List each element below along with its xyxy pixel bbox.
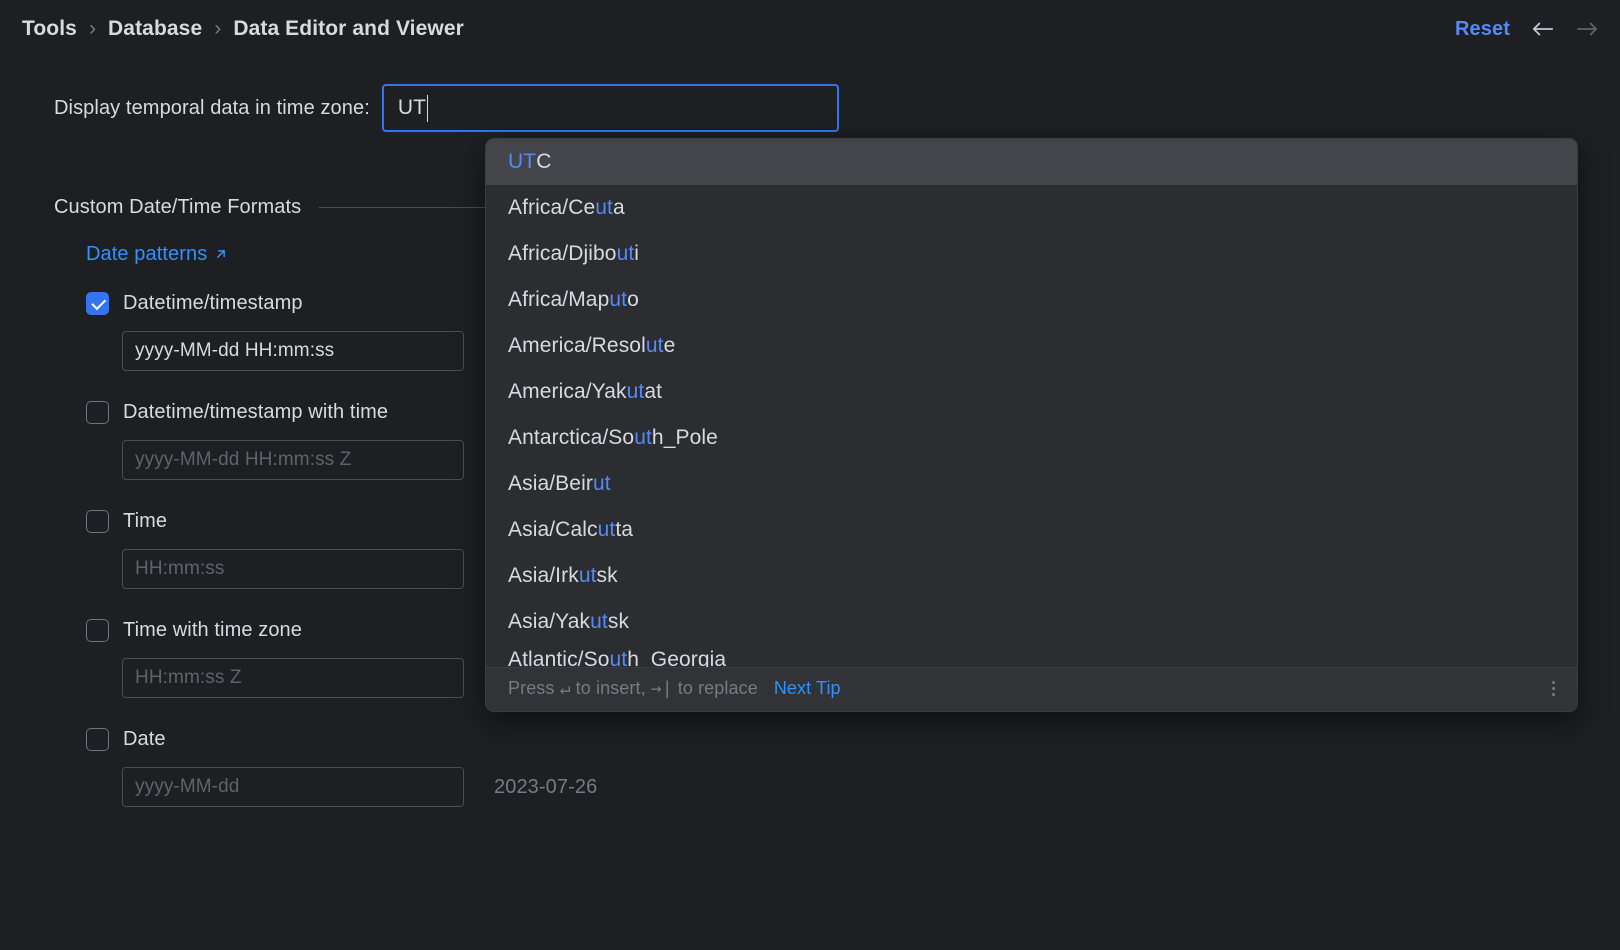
- timezone-label: Display temporal data in time zone:: [54, 97, 370, 120]
- datetime-checkbox[interactable]: [86, 292, 109, 315]
- next-tip-link[interactable]: Next Tip: [774, 678, 841, 699]
- date-placeholder: yyyy-MM-dd: [135, 776, 239, 798]
- time-tz-format-input[interactable]: HH:mm:ss Z: [122, 658, 464, 698]
- dropdown-item[interactable]: Asia/Yakutsk: [486, 599, 1577, 645]
- more-options-icon[interactable]: [1552, 681, 1555, 696]
- datetime-tz-format-input[interactable]: yyyy-MM-dd HH:mm:ss Z: [122, 440, 464, 480]
- dropdown-item[interactable]: America/Resolute: [486, 323, 1577, 369]
- date-format-input[interactable]: yyyy-MM-dd: [122, 767, 464, 807]
- timezone-input[interactable]: UT: [382, 84, 839, 132]
- dropdown-item[interactable]: America/Yakutat: [486, 369, 1577, 415]
- datetime-tz-placeholder: yyyy-MM-dd HH:mm:ss Z: [135, 449, 351, 471]
- section-title: Custom Date/Time Formats: [54, 196, 301, 219]
- date-label: Date: [123, 728, 166, 751]
- dropdown-footer: Press ↵ to insert, →| to replace Next Ti…: [486, 667, 1577, 711]
- dropdown-item[interactable]: Africa/Djibouti: [486, 231, 1577, 277]
- dropdown-hint: Press ↵ to insert, →| to replace: [508, 678, 758, 699]
- time-tz-placeholder: HH:mm:ss Z: [135, 667, 242, 689]
- dropdown-item[interactable]: Asia/Irkutsk: [486, 553, 1577, 599]
- breadcrumb-current: Data Editor and Viewer: [233, 17, 464, 41]
- chevron-right-icon: ›: [89, 17, 96, 41]
- time-tz-checkbox[interactable]: [86, 619, 109, 642]
- dropdown-item[interactable]: UTC: [486, 139, 1577, 185]
- external-link-icon: [215, 249, 226, 260]
- dropdown-item[interactable]: Atlantic/South_Georgia: [486, 645, 1577, 667]
- timezone-dropdown: UTCAfrica/CeutaAfrica/DjiboutiAfrica/Map…: [485, 138, 1578, 712]
- breadcrumb-database[interactable]: Database: [108, 17, 202, 41]
- datetime-format-value: yyyy-MM-dd HH:mm:ss: [135, 340, 334, 362]
- date-patterns-link[interactable]: Date patterns: [86, 243, 226, 266]
- forward-arrow-icon[interactable]: [1576, 21, 1598, 37]
- date-preview: 2023-07-26: [494, 776, 597, 799]
- time-label: Time: [123, 510, 167, 533]
- date-patterns-label: Date patterns: [86, 243, 207, 266]
- time-format-input[interactable]: HH:mm:ss: [122, 549, 464, 589]
- dropdown-item[interactable]: Asia/Beirut: [486, 461, 1577, 507]
- tab-key-icon: →|: [651, 678, 673, 699]
- datetime-tz-checkbox[interactable]: [86, 401, 109, 424]
- dropdown-item[interactable]: Africa/Ceuta: [486, 185, 1577, 231]
- breadcrumb-tools[interactable]: Tools: [22, 17, 77, 41]
- date-checkbox[interactable]: [86, 728, 109, 751]
- breadcrumb: Tools › Database › Data Editor and Viewe…: [22, 17, 464, 41]
- datetime-tz-label: Datetime/timestamp with time: [123, 401, 388, 424]
- enter-key-icon: ↵: [560, 678, 571, 699]
- time-checkbox[interactable]: [86, 510, 109, 533]
- timezone-value: UT: [398, 96, 426, 120]
- dropdown-item[interactable]: Antarctica/South_Pole: [486, 415, 1577, 461]
- back-arrow-icon[interactable]: [1532, 21, 1554, 37]
- time-placeholder: HH:mm:ss: [135, 558, 224, 580]
- datetime-format-input[interactable]: yyyy-MM-dd HH:mm:ss: [122, 331, 464, 371]
- datetime-label: Datetime/timestamp: [123, 292, 303, 315]
- dropdown-item[interactable]: Africa/Maputo: [486, 277, 1577, 323]
- text-caret: [427, 95, 428, 122]
- time-tz-label: Time with time zone: [123, 619, 302, 642]
- reset-button[interactable]: Reset: [1455, 18, 1510, 41]
- chevron-right-icon: ›: [214, 17, 221, 41]
- dropdown-item[interactable]: Asia/Calcutta: [486, 507, 1577, 553]
